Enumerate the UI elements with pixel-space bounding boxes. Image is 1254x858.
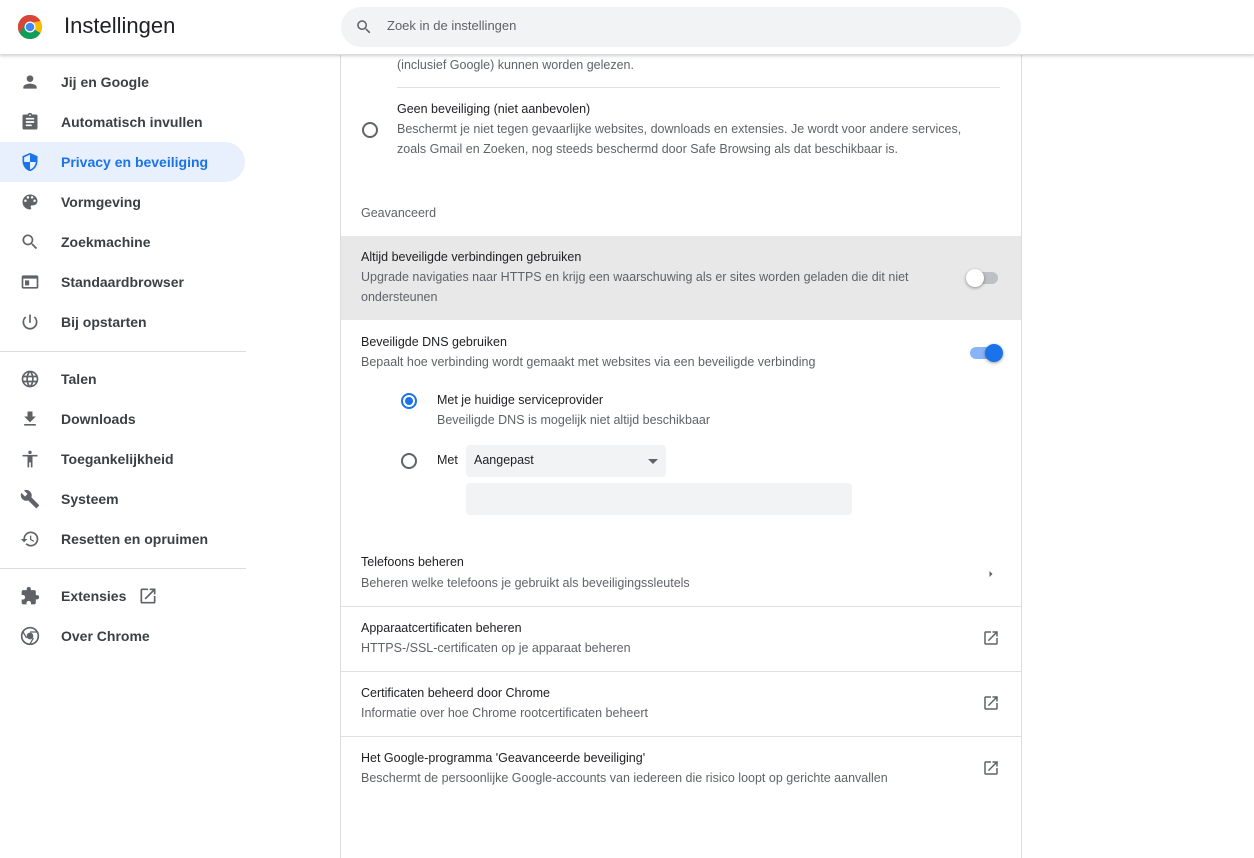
chrome-icon xyxy=(20,626,40,646)
open-external-icon[interactable] xyxy=(982,759,1000,777)
toggle-knob xyxy=(966,269,984,287)
sidebar-item-privacy[interactable]: Privacy en beveiliging xyxy=(0,142,245,182)
dns-current-provider-description: Beveiligde DNS is mogelijk niet altijd b… xyxy=(437,413,711,427)
chrome-certificates-title[interactable]: Certificaten beheerd door Chrome xyxy=(361,686,550,700)
secure-dns-description: Bepaalt hoe verbinding wordt gemaakt met… xyxy=(361,355,816,369)
sidebar-item-on-startup[interactable]: Bij opstarten xyxy=(0,302,245,342)
dns-custom-label: Met xyxy=(437,453,458,467)
divider xyxy=(341,736,1021,737)
sidebar-item-autofill[interactable]: Automatisch invullen xyxy=(0,102,245,142)
device-certificates-description: HTTPS-/SSL-certificaten op je apparaat b… xyxy=(361,641,631,655)
https-only-description-2: ondersteunen xyxy=(361,290,438,304)
open-external-icon[interactable] xyxy=(982,694,1000,712)
secure-dns-title: Beveiligde DNS gebruiken xyxy=(361,335,507,349)
dns-custom-radio[interactable] xyxy=(401,453,417,469)
device-certificates-title[interactable]: Apparaatcertificaten beheren xyxy=(361,621,522,635)
chrome-certificates-description: Informatie over hoe Chrome rootcertifica… xyxy=(361,706,648,720)
sidebar-item-label: Talen xyxy=(61,371,97,387)
open-external-icon[interactable] xyxy=(982,629,1000,647)
manage-phones-title[interactable]: Telefoons beheren xyxy=(361,555,464,569)
chevron-down-icon xyxy=(648,459,658,464)
sidebar-item-about-chrome[interactable]: Over Chrome xyxy=(0,616,245,656)
puzzle-icon xyxy=(21,586,40,605)
sidebar-item-reset[interactable]: Resetten en opruimen xyxy=(0,519,245,559)
dns-provider-select[interactable]: Aangepast xyxy=(466,445,666,477)
sidebar: Jij en Google Automatisch invullen Priva… xyxy=(0,56,246,858)
person-icon xyxy=(23,75,37,89)
sidebar-item-label: Vormgeving xyxy=(61,194,141,210)
sidebar-item-label: Systeem xyxy=(61,491,119,507)
sidebar-item-label: Standaardbrowser xyxy=(61,274,184,290)
sidebar-divider xyxy=(0,351,246,352)
dns-custom-input[interactable] xyxy=(466,483,852,515)
history-icon xyxy=(20,531,39,547)
search-input[interactable]: Zoek in de instellingen xyxy=(387,18,516,33)
sidebar-item-appearance[interactable]: Vormgeving xyxy=(0,182,245,222)
browser-icon xyxy=(21,275,39,289)
accessibility-icon xyxy=(22,450,38,468)
no-protection-title: Geen beveiliging (niet aanbevolen) xyxy=(397,102,591,116)
partial-description: (inclusief Google) kunnen worden gelezen… xyxy=(397,58,634,72)
chevron-right-icon[interactable] xyxy=(982,565,1000,583)
https-only-description: Upgrade navigaties naar HTTPS en krijg e… xyxy=(361,270,909,284)
sidebar-item-label: Jij en Google xyxy=(61,74,149,90)
search-icon xyxy=(22,234,38,250)
dns-current-provider-radio[interactable] xyxy=(401,393,417,409)
sidebar-item-label: Automatisch invullen xyxy=(61,114,203,130)
divider xyxy=(341,671,1021,672)
sidebar-item-label: Extensies xyxy=(61,588,127,604)
sidebar-item-label: Bij opstarten xyxy=(61,314,147,330)
page-title: Instellingen xyxy=(64,13,176,38)
globe-icon xyxy=(21,370,39,388)
open-external-icon xyxy=(140,588,156,604)
sidebar-item-label: Resetten en opruimen xyxy=(61,531,209,547)
dns-current-provider-title: Met je huidige serviceprovider xyxy=(437,393,604,407)
wrench-icon xyxy=(20,489,40,509)
https-only-toggle[interactable] xyxy=(966,269,1000,287)
divider xyxy=(341,606,1021,607)
sidebar-item-extensions[interactable]: Extensies xyxy=(0,576,245,616)
shield-icon xyxy=(22,152,38,172)
top-bar: Instellingen Zoek in de instellingen xyxy=(0,0,1254,55)
sidebar-item-label: Zoekmachine xyxy=(61,234,151,250)
sidebar-item-languages[interactable]: Talen xyxy=(0,359,245,399)
palette-icon xyxy=(22,194,38,210)
sidebar-item-label: Downloads xyxy=(61,411,136,427)
secure-dns-toggle[interactable] xyxy=(970,344,1004,362)
sidebar-item-label: Over Chrome xyxy=(61,628,150,644)
advanced-protection-description: Beschermt de persoonlijke Google-account… xyxy=(361,771,888,785)
settings-card: (inclusief Google) kunnen worden gelezen… xyxy=(340,55,1022,858)
manage-phones-description: Beheren welke telefoons je gebruikt als … xyxy=(361,576,690,590)
no-protection-description: Beschermt je niet tegen gevaarlijke webs… xyxy=(397,122,962,136)
https-only-title: Altijd beveiligde verbindingen gebruiken xyxy=(361,250,582,264)
sidebar-item-accessibility[interactable]: Toegankelijkheid xyxy=(0,439,245,479)
sidebar-item-label: Toegankelijkheid xyxy=(61,451,174,467)
sidebar-item-system[interactable]: Systeem xyxy=(0,479,245,519)
power-icon xyxy=(22,314,38,330)
search-icon xyxy=(357,20,371,34)
sidebar-item-search-engine[interactable]: Zoekmachine xyxy=(0,222,245,262)
no-protection-radio[interactable] xyxy=(362,122,378,138)
advanced-protection-title[interactable]: Het Google-programma 'Geavanceerde bevei… xyxy=(361,751,645,765)
sidebar-item-you-and-google[interactable]: Jij en Google xyxy=(0,62,245,102)
download-icon xyxy=(24,411,36,426)
sidebar-item-downloads[interactable]: Downloads xyxy=(0,399,245,439)
sidebar-divider xyxy=(0,568,246,569)
dns-provider-select-value: Aangepast xyxy=(474,453,534,467)
chrome-logo-icon xyxy=(18,15,42,39)
clipboard-icon xyxy=(22,112,38,130)
sidebar-item-label: Privacy en beveiliging xyxy=(61,154,209,170)
section-heading-advanced: Geavanceerd xyxy=(361,206,437,220)
sidebar-item-default-browser[interactable]: Standaardbrowser xyxy=(0,262,245,302)
toggle-knob xyxy=(985,344,1003,362)
no-protection-description-2: zoals Gmail en Zoeken, nog steeds besche… xyxy=(397,142,898,156)
search-box[interactable]: Zoek in de instellingen xyxy=(341,7,1021,47)
divider xyxy=(397,87,1000,88)
